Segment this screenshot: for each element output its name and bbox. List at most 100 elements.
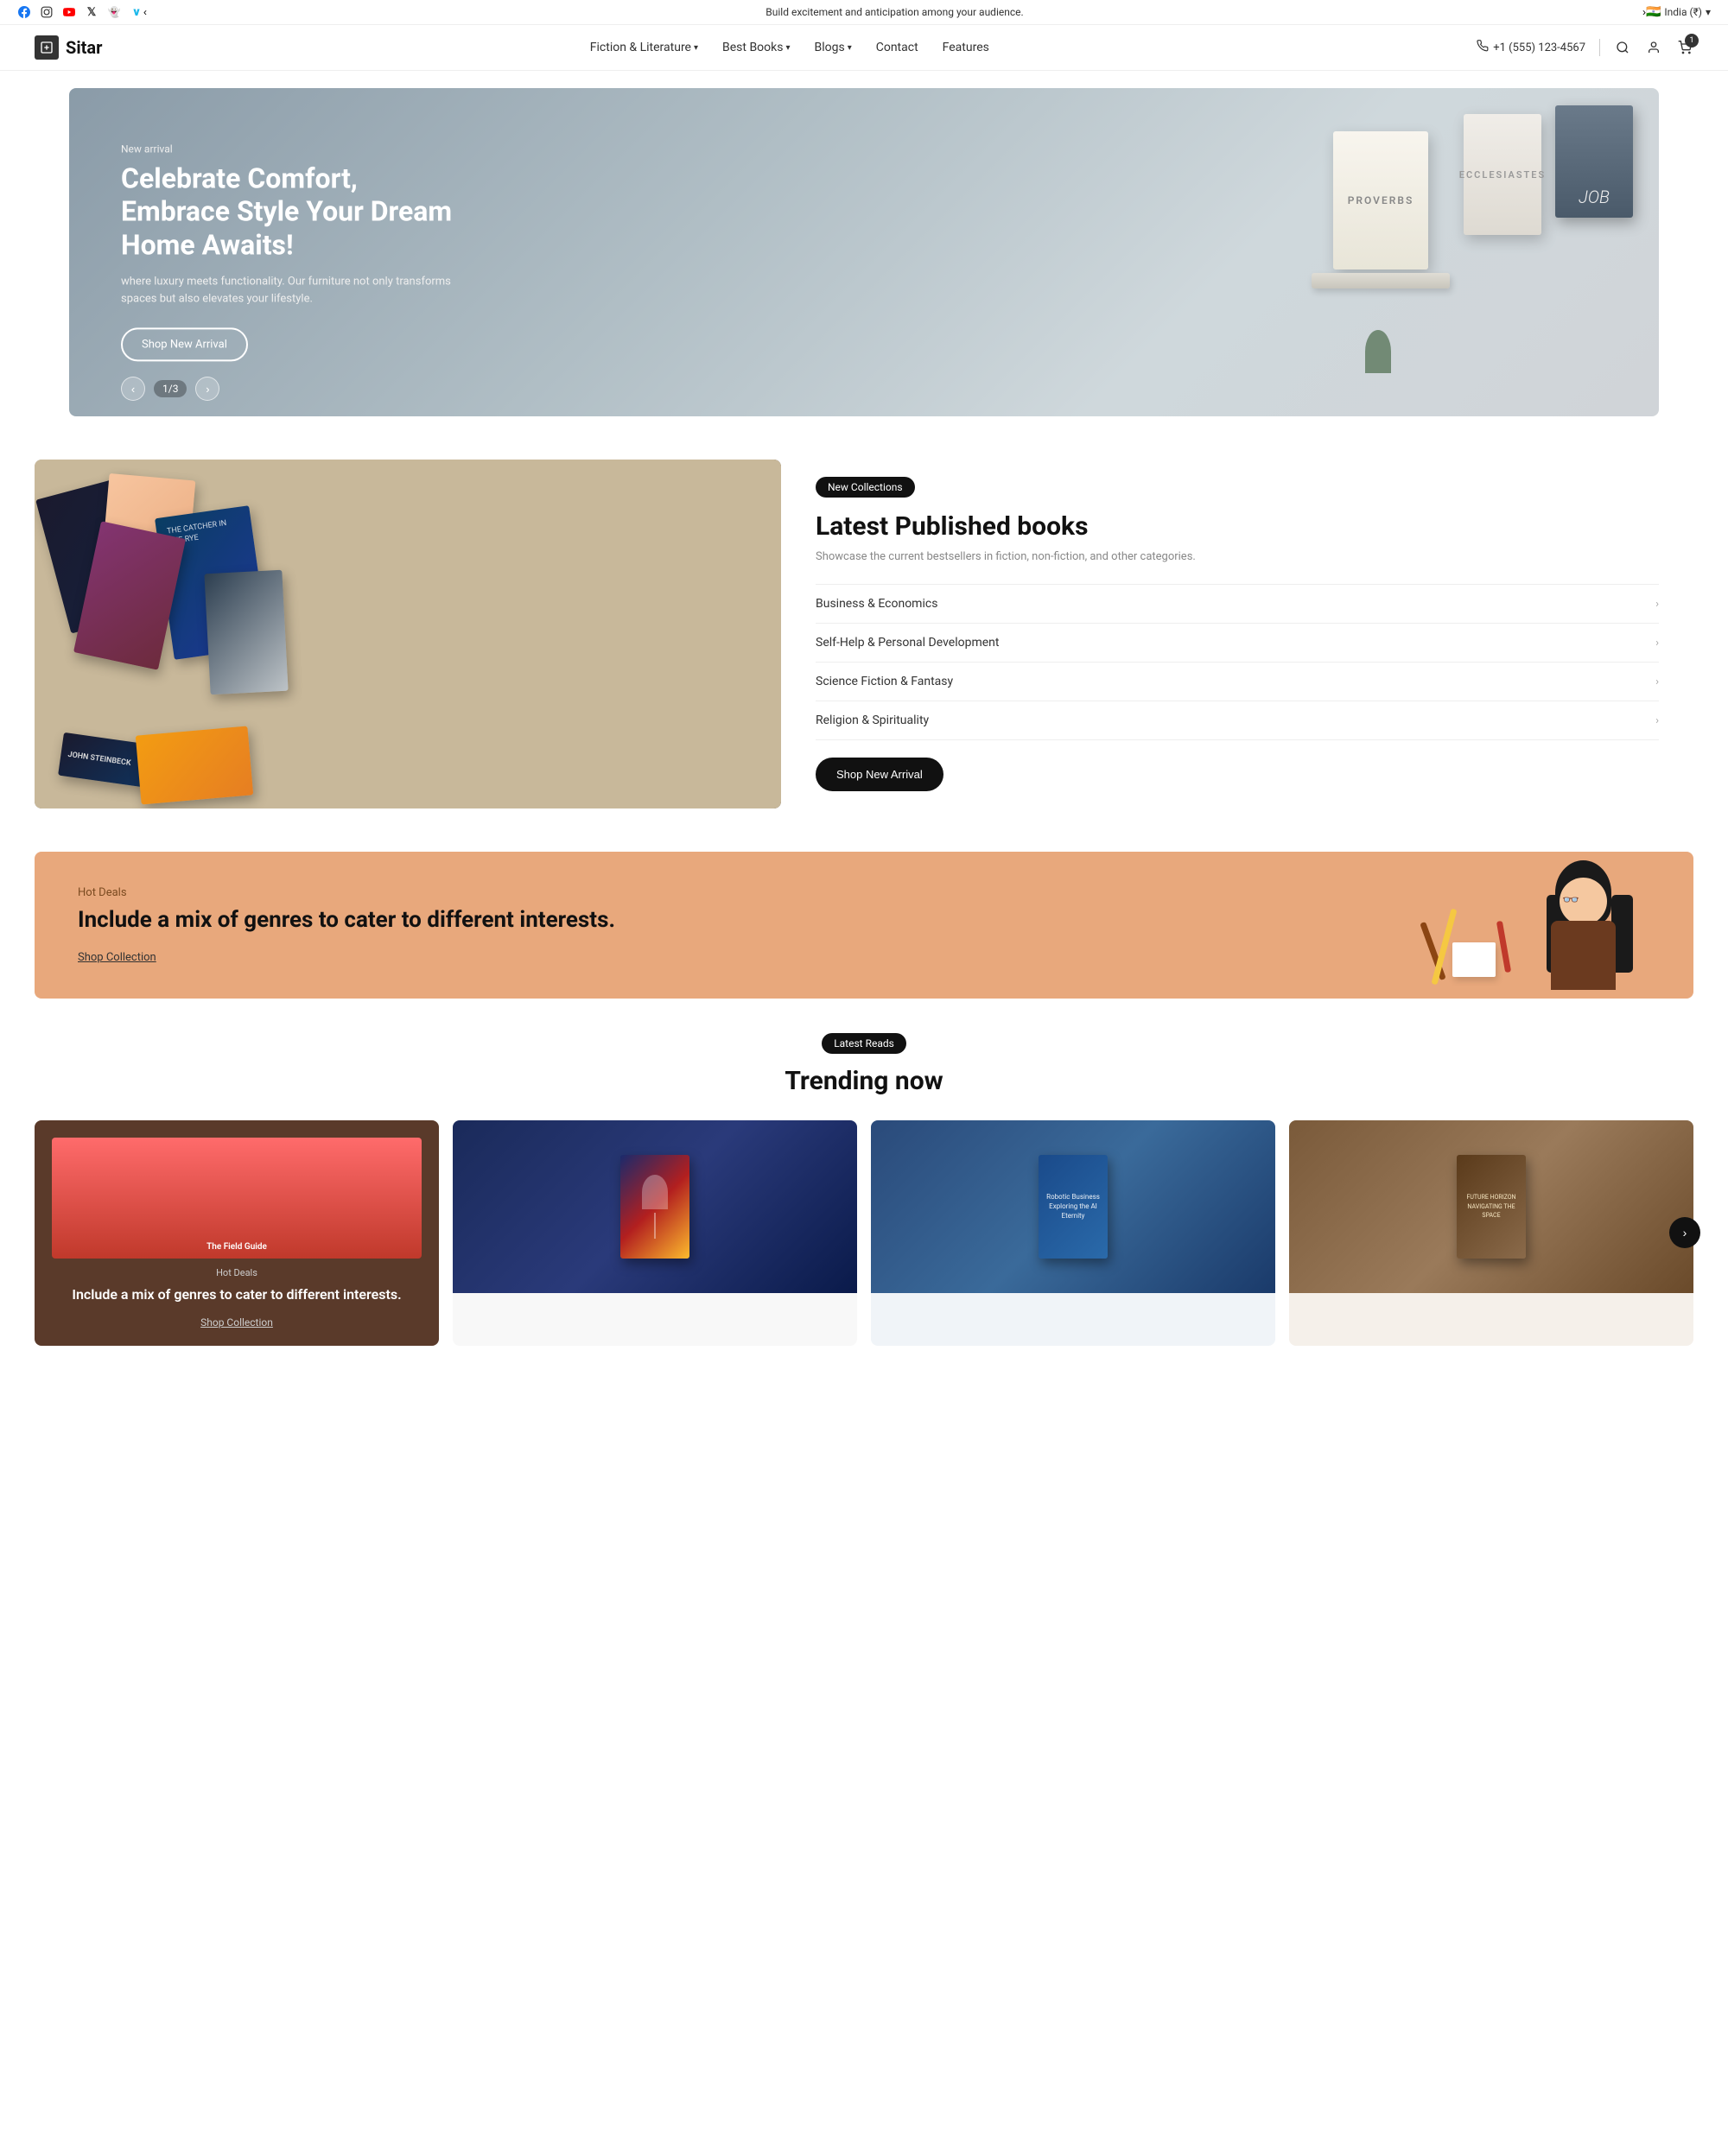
category-scifi-chevron: › [1655, 675, 1659, 688]
book-cover-3: FUTURE HORIZONNAVIGATING THE SPACE [1457, 1155, 1526, 1259]
trending-promo-content: The Field Guide Hot Deals Include a mix … [35, 1120, 439, 1346]
trending-section: Latest Reads Trending now The Field Guid… [35, 1033, 1693, 1346]
book-card-1-image-wrap: Save Rs. 100.00 [453, 1120, 857, 1293]
cart-badge: 1 [1685, 34, 1699, 48]
hero-next-btn[interactable]: › [195, 377, 219, 401]
category-business-chevron: › [1655, 598, 1659, 611]
trending-next-btn[interactable]: › [1669, 1217, 1700, 1248]
pedestal [1312, 273, 1450, 289]
category-religion[interactable]: Religion & Spirituality › [816, 701, 1659, 740]
book-ecclesiastes: ECCLESIASTES [1464, 114, 1541, 235]
nav-fiction-chevron: ▾ [694, 43, 698, 53]
category-list: Business & Economics › Self-Help & Perso… [816, 584, 1659, 740]
header: Sitar Fiction & Literature ▾ Best Books … [0, 25, 1728, 71]
trending-promo-card: The Field Guide Hot Deals Include a mix … [35, 1120, 439, 1346]
snapchat-icon[interactable]: 👻 [107, 5, 121, 19]
book-img-3: FUTURE HORIZONNAVIGATING THE SPACE [1289, 1120, 1693, 1293]
category-religion-label: Religion & Spirituality [816, 713, 929, 727]
nav-blogs-chevron: ▾ [848, 43, 852, 53]
book-img-1 [453, 1120, 857, 1293]
logo-text: Sitar [66, 37, 102, 58]
nav-contact[interactable]: Contact [876, 41, 918, 54]
books-subtitle: Showcase the current bestsellers in fict… [816, 550, 1659, 563]
trending-book-card-2: Save Rs. 100.00 Robotic BusinessExplorin… [871, 1120, 1275, 1346]
cart-icon[interactable]: 1 [1676, 39, 1693, 56]
search-icon[interactable] [1614, 39, 1631, 56]
category-selfhelp[interactable]: Self-Help & Personal Development › [816, 624, 1659, 663]
hero-subtitle: where luxury meets functionality. Our fu… [121, 274, 467, 308]
shop-collection-link[interactable]: Shop Collection [78, 951, 156, 964]
facebook-icon[interactable] [17, 5, 31, 19]
hero-counter: 1/3 [154, 380, 187, 397]
books-title: Latest Published books [816, 511, 1659, 542]
header-divider [1599, 39, 1600, 56]
locale-chevron: ▾ [1706, 6, 1711, 18]
nav-fiction[interactable]: Fiction & Literature ▾ [590, 41, 698, 54]
trending-book-card-3: New FUTURE HORIZONNAVIGATING THE SPACE [1289, 1120, 1693, 1346]
promo-card-text: Include a mix of genres to cater to diff… [52, 1285, 422, 1304]
locale-selector[interactable]: 🇮🇳 India (₹) ▾ [1646, 5, 1711, 19]
promo-card-label: Hot Deals [52, 1267, 422, 1278]
book-card-2-image-wrap: Save Rs. 100.00 Robotic BusinessExplorin… [871, 1120, 1275, 1293]
youtube-icon[interactable] [62, 5, 76, 19]
account-icon[interactable] [1645, 39, 1662, 56]
logo-icon [35, 35, 59, 60]
promo-book-image: The Field Guide [52, 1138, 422, 1259]
plant-decoration [1365, 330, 1391, 373]
header-phone: +1 (555) 123-4567 [1477, 40, 1585, 55]
new-collections-badge: New Collections [816, 477, 915, 498]
announcement-bar: 𝕏 👻 v ‹ Build excitement and anticipatio… [0, 0, 1728, 25]
nav-features-label: Features [943, 41, 989, 54]
book-cover-1 [620, 1155, 689, 1259]
phone-number: +1 (555) 123-4567 [1493, 41, 1585, 54]
instagram-icon[interactable] [40, 5, 54, 19]
hero-navigation: ‹ 1/3 › [121, 377, 219, 401]
book-job: JOB [1555, 105, 1633, 218]
books-content: New Collections Latest Published books S… [781, 460, 1693, 808]
nav-best-books-label: Best Books [722, 41, 783, 54]
header-actions: +1 (555) 123-4567 1 [1477, 39, 1693, 56]
announcement-text: Build excitement and anticipation among … [147, 6, 1642, 18]
flag-icon: 🇮🇳 [1646, 5, 1661, 19]
vimeo-icon[interactable]: v [130, 5, 143, 19]
book-cover-2: Robotic BusinessExploring the AI Eternit… [1039, 1155, 1108, 1259]
phone-icon [1477, 40, 1489, 55]
main-nav: Fiction & Literature ▾ Best Books ▾ Blog… [590, 41, 989, 54]
nav-blogs-label: Blogs [814, 41, 844, 54]
hot-deals-image: 👓 [1313, 852, 1642, 999]
logo[interactable]: Sitar [35, 35, 102, 60]
book-img-2: Robotic BusinessExploring the AI Eternit… [871, 1120, 1275, 1293]
nav-best-books[interactable]: Best Books ▾ [722, 41, 790, 54]
trending-grid: The Field Guide Hot Deals Include a mix … [35, 1120, 1693, 1346]
latest-reads-badge: Latest Reads [822, 1033, 906, 1054]
hero-cta-button[interactable]: Shop New Arrival [121, 328, 248, 362]
hero-title: Celebrate Comfort, Embrace Style Your Dr… [121, 162, 467, 261]
hot-deals-banner: Hot Deals Include a mix of genres to cat… [35, 852, 1693, 999]
trending-book-card-1: Save Rs. 100.00 [453, 1120, 857, 1346]
category-selfhelp-label: Self-Help & Personal Development [816, 636, 999, 650]
social-icons: 𝕏 👻 v [17, 5, 143, 19]
book-proverbs: PROVERBS [1333, 131, 1428, 270]
category-business[interactable]: Business & Economics › [816, 585, 1659, 624]
trending-title: Trending now [35, 1066, 1693, 1096]
category-selfhelp-chevron: › [1655, 637, 1659, 650]
nav-features[interactable]: Features [943, 41, 989, 54]
latest-books-section: THE CATCHER IN THE RYE JOHN STEINBECK Ne… [35, 460, 1693, 808]
book-card-3-image-wrap: New FUTURE HORIZONNAVIGATING THE SPACE [1289, 1120, 1693, 1293]
hero-content: New arrival Celebrate Comfort, Embrace S… [121, 143, 467, 361]
hero-badge: New arrival [121, 143, 467, 155]
category-scifi[interactable]: Science Fiction & Fantasy › [816, 663, 1659, 701]
hero-prev-btn[interactable]: ‹ [121, 377, 145, 401]
books-image: THE CATCHER IN THE RYE JOHN STEINBECK [35, 460, 781, 808]
category-business-label: Business & Economics [816, 597, 937, 611]
nav-blogs[interactable]: Blogs ▾ [814, 41, 851, 54]
nav-fiction-label: Fiction & Literature [590, 41, 691, 54]
promo-card-cta[interactable]: Shop Collection [52, 1316, 422, 1328]
category-religion-chevron: › [1655, 714, 1659, 727]
nav-contact-label: Contact [876, 41, 918, 54]
nav-best-books-chevron: ▾ [785, 43, 790, 53]
twitter-x-icon[interactable]: 𝕏 [85, 5, 98, 19]
shop-new-arrival-button[interactable]: Shop New Arrival [816, 758, 943, 791]
category-scifi-label: Science Fiction & Fantasy [816, 675, 953, 688]
hero-banner: New arrival Celebrate Comfort, Embrace S… [69, 88, 1659, 416]
